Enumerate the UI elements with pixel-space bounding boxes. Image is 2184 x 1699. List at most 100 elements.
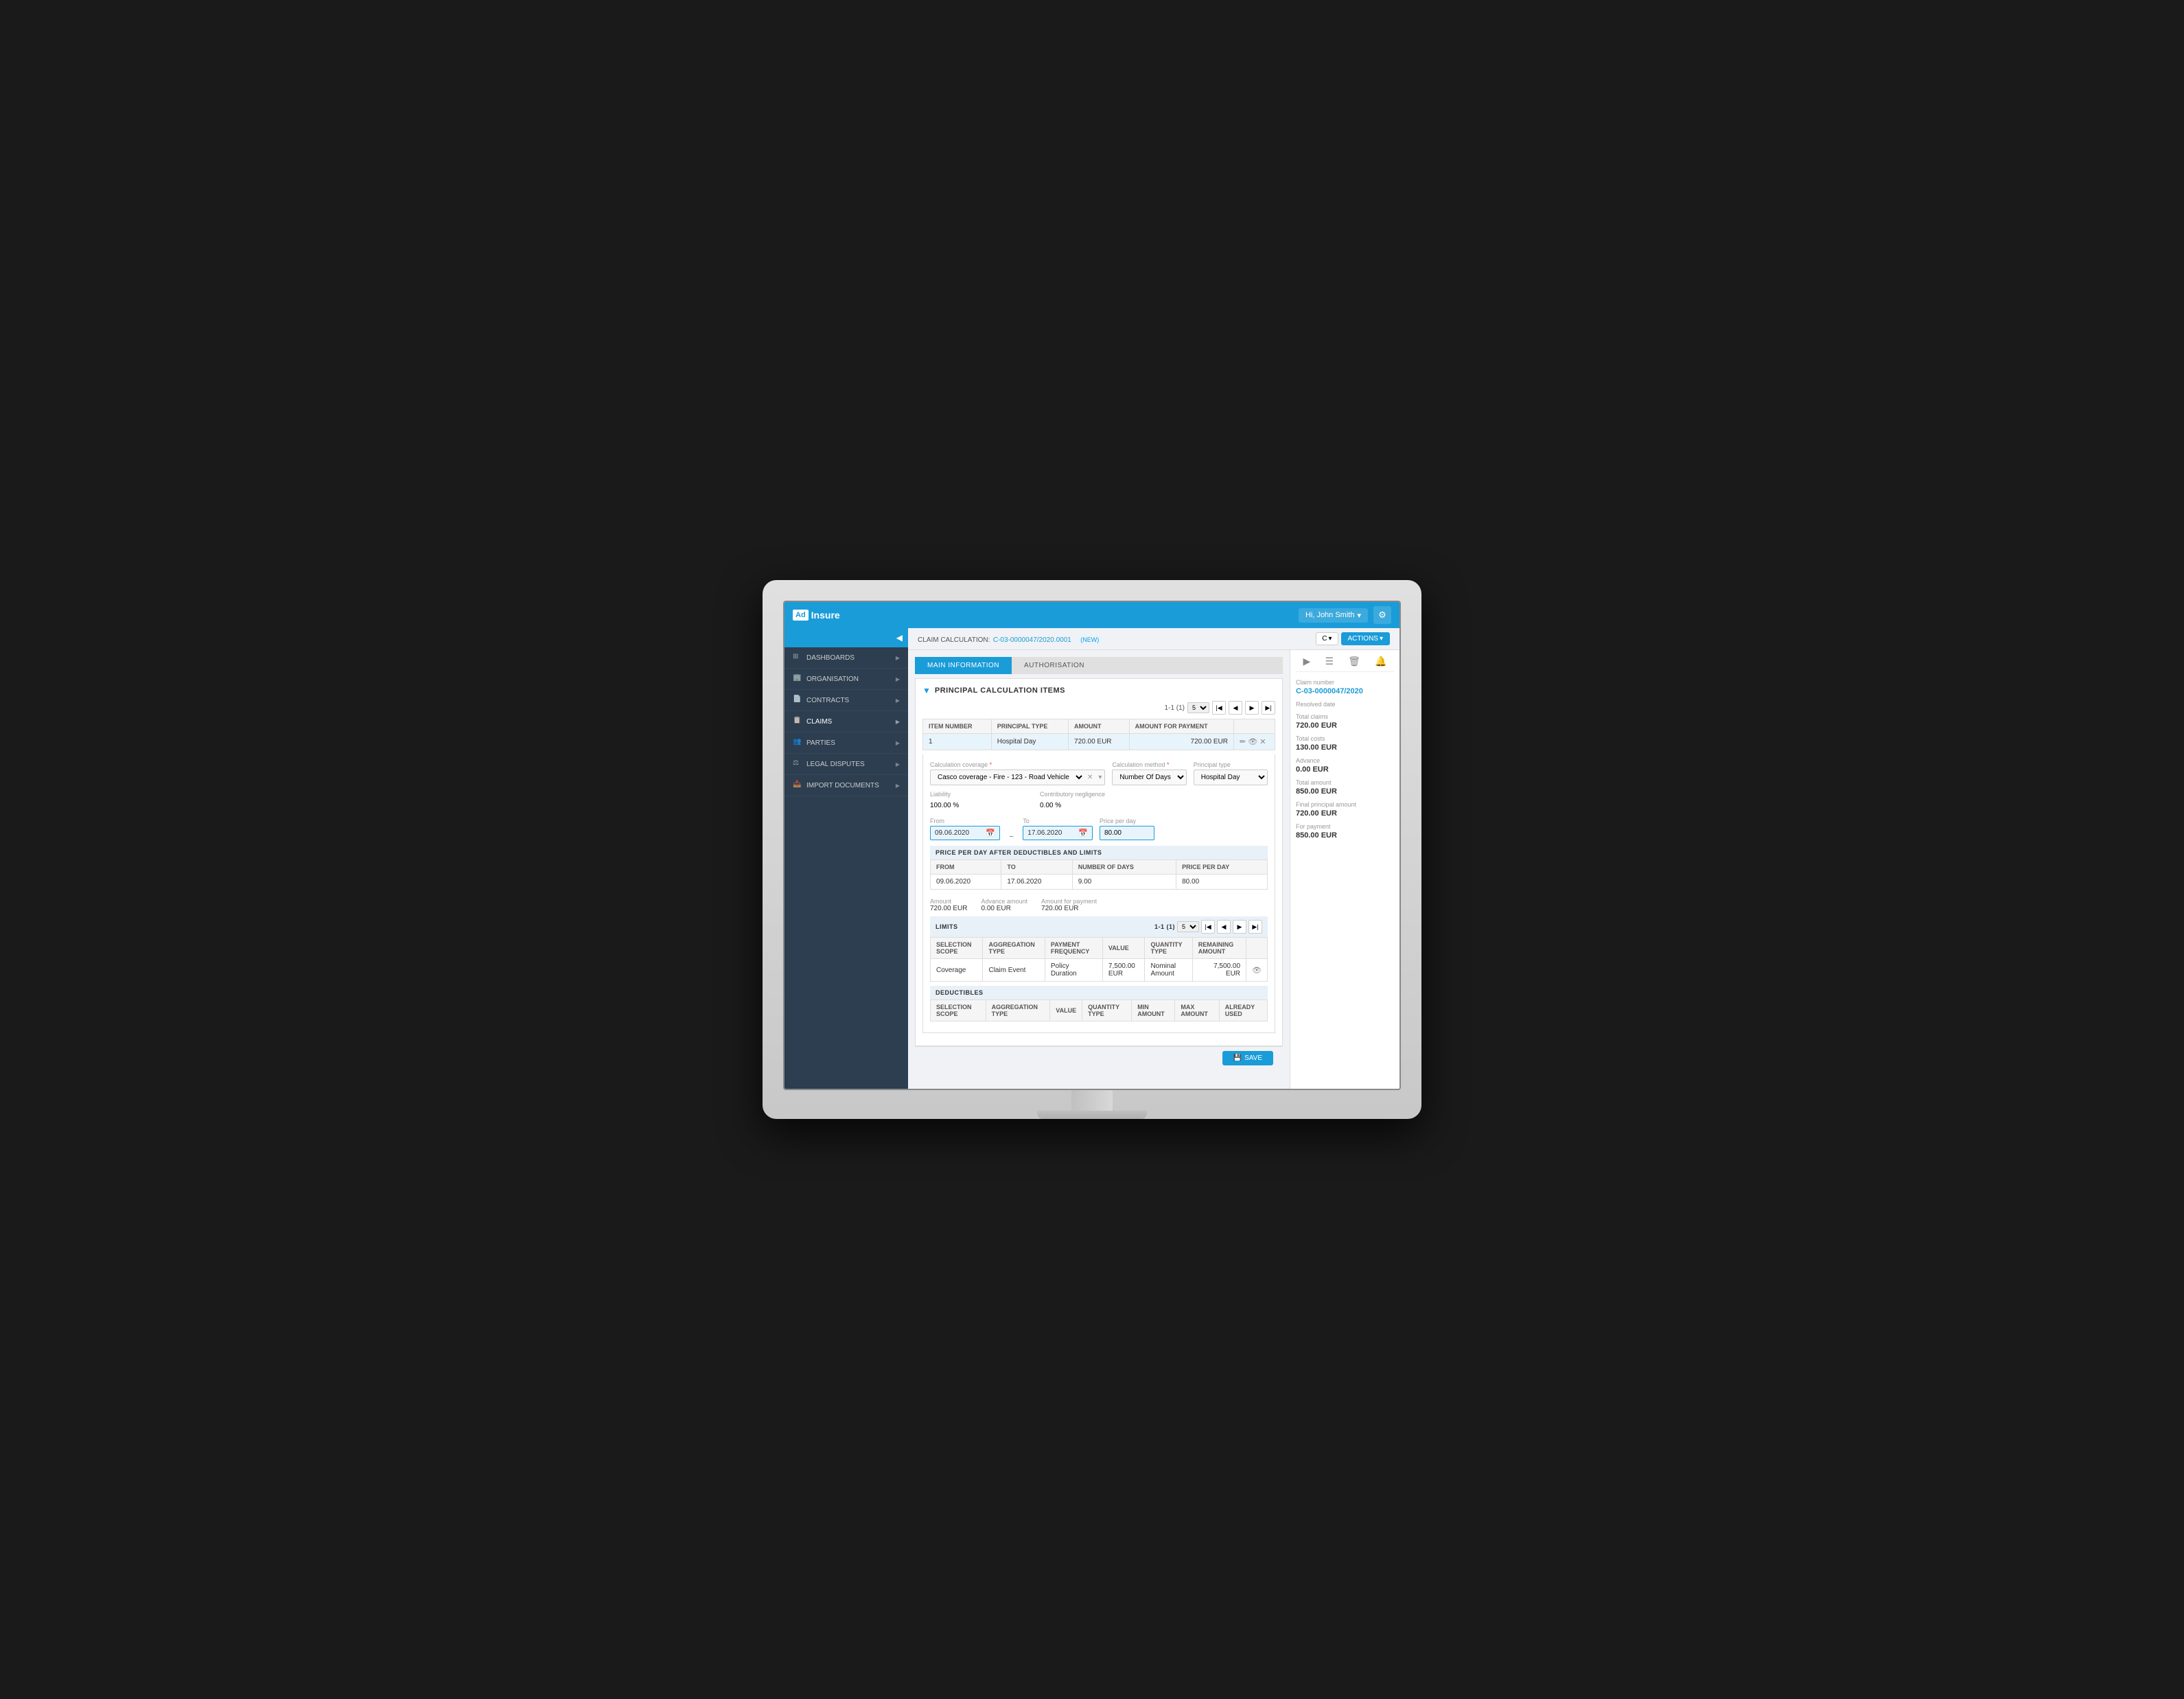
price-per-day-input[interactable] [1100,826,1154,840]
limits-last-page[interactable]: ▶| [1248,920,1262,934]
calculation-coverage-dropdown[interactable]: Casco coverage - Fire - 123 - Road Vehic… [931,770,1084,785]
stand-neck [1071,1090,1113,1111]
detail-form: Calculation coverage Casco coverage - Fi… [922,754,1275,1033]
rp-label-total-costs: Total costs [1296,735,1394,742]
label-to: To [1023,818,1093,824]
dropdown-arrow-button[interactable]: ▾ [1095,774,1104,781]
limits-page-size[interactable]: 5 [1177,921,1199,932]
section-title-principal: PRINCIPAL CALCULATION ITEMS [935,686,1065,695]
user-menu-button[interactable]: Hi, John Smith ▾ [1299,608,1368,623]
limits-next-page[interactable]: ▶ [1233,920,1246,934]
label-contributory: Contributory negligence [1040,791,1150,798]
view-row-button[interactable]: 👁 [1248,737,1257,746]
save-button[interactable]: 💾 SAVE [1222,1051,1273,1065]
clear-coverage-button[interactable]: ✕ [1084,774,1095,781]
col-agg-type: AGGREGATION TYPE [986,1000,1050,1021]
rp-resolved-date: Resolved date [1296,701,1394,708]
cell-item-number: 1 [923,734,992,750]
monitor-stand [783,1090,1401,1119]
delete-row-button[interactable]: ✕ [1259,737,1266,746]
cell-price-per-day: 80.00 [1176,875,1268,890]
sidebar-item-parties[interactable]: 👥 PARTIES ▶ [785,732,908,754]
col-sel-scope: SELECTION SCOPE [931,1000,986,1021]
save-icon: 💾 [1233,1054,1242,1062]
col-item-number: ITEM NUMBER [923,719,992,734]
rp-advance: Advance 0.00 EUR [1296,757,1394,774]
table-row[interactable]: 1 Hospital Day 720.00 EUR 720.00 EUR ✏ 👁 [923,734,1275,750]
tab-main-information[interactable]: MAIN INFORMATION [915,657,1012,674]
sidebar-item-organisation[interactable]: 🏢 ORGANISATION ▶ [785,669,908,690]
sidebar-item-claims[interactable]: 📋 CLAIMS ▶ [785,711,908,732]
cell-num-days: 9.00 [1072,875,1176,890]
price-section-header: PRICE PER DAY AFTER DEDUCTIBLES AND LIMI… [930,846,1268,859]
sidebar-item-contracts[interactable]: 📄 CONTRACTS ▶ [785,690,908,711]
limits-prev-page[interactable]: ◀ [1217,920,1231,934]
sidebar-collapse-button[interactable]: ◀ [896,633,903,643]
form-row-1: Calculation coverage Casco coverage - Fi… [930,761,1268,785]
sidebar-item-dashboards[interactable]: ⊞ DASHBOARDS ▶ [785,647,908,669]
tab-authorisation[interactable]: AUTHORISATION [1012,657,1097,674]
table-row: 09.06.2020 17.06.2020 9.00 80.00 [931,875,1268,890]
expand-panel-button[interactable]: ▶ [1303,656,1311,667]
c-dropdown-button[interactable]: C ▾ [1316,632,1338,645]
page-size-select[interactable]: 5 [1187,702,1209,713]
calendar-icon: 📅 [1078,829,1088,837]
chevron-right-icon: ▶ [896,676,900,682]
dashboard-icon: ⊞ [793,653,802,662]
cell-amount: 720.00 EUR [1069,734,1130,750]
claims-icon: 📋 [793,717,802,726]
save-button-label: SAVE [1244,1054,1262,1062]
col-principal-type: PRINCIPAL TYPE [991,719,1068,734]
breadcrumb-claim-id[interactable]: C-03-0000047/2020.0001 [993,636,1071,644]
label-calculation-method: Calculation method [1112,761,1186,768]
prev-page-button[interactable]: ◀ [1229,701,1242,715]
field-calculation-method: Calculation method Number Of Days [1112,761,1186,785]
last-page-button[interactable]: ▶| [1262,701,1275,715]
delete-button[interactable]: 🗑 [1348,656,1360,667]
status-badge: (NEW) [1077,636,1102,644]
calculation-method-dropdown[interactable]: Number Of Days [1112,770,1186,785]
hamburger-button[interactable]: ☰ [1325,656,1334,667]
sidebar-item-legal-disputes[interactable]: ⚖ LEGAL DISPUTES ▶ [785,754,908,775]
inner-content: MAIN INFORMATION AUTHORISATION ▼ PRINCIP… [908,650,1399,1089]
field-to: To 📅 [1023,818,1093,840]
organisation-icon: 🏢 [793,674,802,684]
col-remaining-amount: REMAINING AMOUNT [1192,938,1246,959]
field-calculation-coverage: Calculation coverage Casco coverage - Fi… [930,761,1105,785]
actions-dropdown-button[interactable]: ACTIONS ▾ [1341,632,1390,645]
rp-value-for-payment: 850.00 EUR [1296,831,1394,840]
cell-limit-actions: 👁 [1246,959,1268,982]
settings-button[interactable]: ⚙ [1373,606,1391,624]
from-date-input[interactable] [935,829,983,837]
field-contributory: Contributory negligence 0.00 % [1040,791,1150,812]
bell-button[interactable]: 🔔 [1375,656,1386,667]
top-navigation: Ad Insure Hi, John Smith ▾ ⚙ [785,602,1399,628]
edit-row-button[interactable]: ✏ [1240,737,1246,746]
sidebar: ◀ ⊞ DASHBOARDS ▶ 🏢 ORGANISATION ▶ [785,628,908,1089]
rp-value-final-principal: 720.00 EUR [1296,809,1394,818]
chevron-right-icon: ▶ [896,697,900,704]
col-selection-scope: SELECTION SCOPE [931,938,983,959]
calculation-coverage-select[interactable]: Casco coverage - Fire - 123 - Road Vehic… [930,770,1105,785]
to-date-input[interactable] [1027,829,1076,837]
rp-value-total-amount: 850.00 EUR [1296,787,1394,796]
cell-row-actions: ✏ 👁 ✕ [1234,734,1275,750]
principal-type-dropdown[interactable]: Hospital Day [1194,770,1268,785]
col-already-used: ALREADY USED [1219,1000,1267,1021]
sidebar-item-import-documents[interactable]: 📥 IMPORT DOCUMENTS ▶ [785,775,908,796]
limits-first-page[interactable]: |◀ [1201,920,1215,934]
sidebar-label-contracts: CONTRACTS [806,697,849,704]
logo: Ad Insure [793,610,840,621]
first-page-button[interactable]: |◀ [1212,701,1226,715]
field-principal-type: Principal type Hospital Day [1194,761,1268,785]
view-limit-button[interactable]: 👁 [1252,966,1262,975]
from-date-field[interactable]: 📅 [930,826,1000,840]
col-payment-frequency: PAYMENT FREQUENCY [1045,938,1102,959]
next-page-button[interactable]: ▶ [1245,701,1259,715]
rp-total-claims: Total claims 720.00 EUR [1296,713,1394,730]
collapse-principal-button[interactable]: ▼ [922,686,931,695]
top-nav-right: Hi, John Smith ▾ ⚙ [1299,606,1391,624]
to-date-field[interactable]: 📅 [1023,826,1093,840]
label-amount: Amount [930,898,967,905]
cell-selection-scope: Coverage [931,959,983,982]
